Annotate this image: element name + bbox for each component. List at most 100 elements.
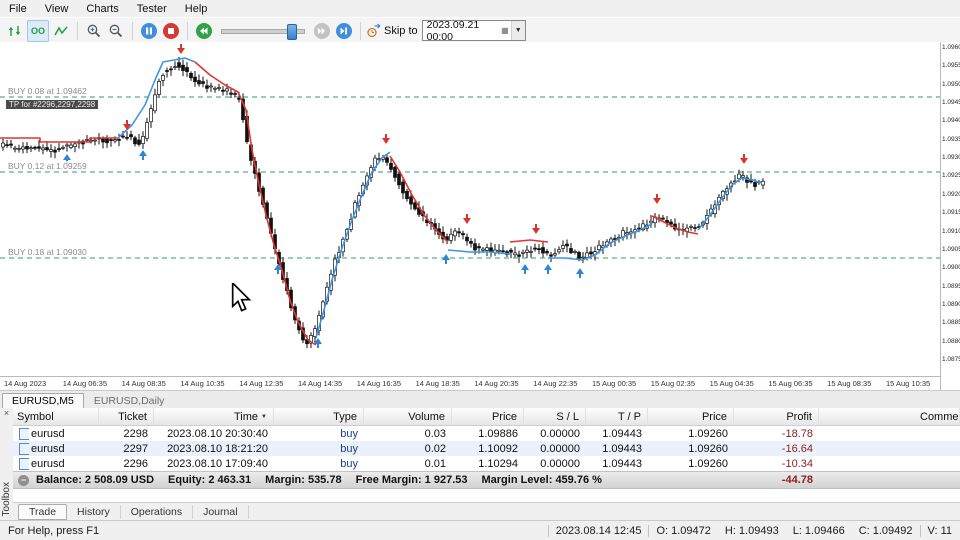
cell-tp: 1.09443: [602, 442, 642, 455]
trade-row[interactable]: eurusd 2298 2023.08.10 20:30:40 buy 0.03 1.09…: [13, 426, 960, 441]
toolbox-tab-bar: Trade History Operations Journal: [13, 502, 960, 521]
bars-toggle-icon: OO: [30, 25, 45, 36]
time-axis-label: 15 Aug 02:35: [650, 379, 696, 388]
panel-tab-history[interactable]: History: [67, 505, 121, 519]
order-doc-icon: [19, 457, 29, 470]
balance-row[interactable]: − Balance: 2 508.09 USD Equity: 2 463.31 Ma…: [13, 471, 960, 489]
tick-arrows-button[interactable]: [4, 20, 26, 42]
buy-arrow-icon: [521, 264, 529, 274]
cell-type: buy: [340, 427, 358, 440]
cell-time: 2023.08.10 18:21:20: [167, 442, 268, 455]
order-icon-cell: [13, 427, 29, 440]
zoom-in-button[interactable]: [83, 20, 105, 42]
price-axis[interactable]: 1.09600 1.09550 1.09500 1.09450 1.09400 1.093…: [940, 42, 960, 390]
menu-help[interactable]: Help: [176, 2, 217, 16]
slider-handle[interactable]: [287, 23, 297, 40]
status-field: L: 1.09466: [792, 525, 845, 537]
toolbar-separator: [360, 21, 361, 40]
order-icon-cell: [13, 457, 29, 470]
stop-button[interactable]: [160, 20, 182, 42]
trade-row[interactable]: eurusd 2296 2023.08.10 17:09:40 buy 0.01 1.10…: [13, 456, 960, 471]
order-doc-icon: [19, 427, 29, 440]
cell-sl: 0.00000: [540, 442, 580, 455]
toolbox-close-button[interactable]: ×: [0, 408, 13, 419]
price-axis-label: 1.08900: [942, 300, 960, 308]
bars-toggle-button[interactable]: OO: [27, 19, 49, 42]
cell-current-price: 1.09260: [688, 457, 728, 470]
panel-tab-trade[interactable]: Trade: [18, 504, 68, 520]
column-header-time[interactable]: Time ▼: [154, 408, 274, 425]
price-axis-label: 1.09350: [942, 135, 960, 143]
column-header-tp[interactable]: T / P: [586, 408, 648, 425]
stop-icon: [163, 22, 179, 39]
time-axis-label: 14 Aug 08:35: [121, 379, 166, 388]
time-axis-label: 14 Aug 10:35: [180, 379, 225, 388]
chart-tab-eurusd-daily[interactable]: EURUSD,Daily: [85, 394, 174, 409]
menu-charts[interactable]: Charts: [77, 2, 127, 16]
buy-arrow-icon: [139, 150, 147, 160]
cell-profit: -10.34: [781, 457, 813, 470]
column-header-profit[interactable]: Profit: [734, 408, 819, 425]
column-header-comment[interactable]: Comme: [916, 408, 960, 425]
time-axis-label: 14 Aug 2023: [4, 379, 47, 388]
time-axis-label: 14 Aug 20:35: [474, 379, 519, 388]
column-header-spacer[interactable]: [819, 408, 916, 425]
trade-row[interactable]: eurusd 2297 2023.08.10 18:21:20 buy 0.02 1.10…: [13, 441, 960, 456]
price-axis-label: 1.09000: [942, 264, 960, 272]
trade-panel: Symbol Ticket Time ▼ Type Volume Price S / LT /…: [13, 408, 960, 502]
panel-tab-operations[interactable]: Operations: [121, 505, 194, 519]
sell-arrow-icon: [532, 224, 540, 234]
price-axis-label: 1.09200: [942, 190, 960, 198]
restart-button[interactable]: [193, 20, 215, 42]
skip-to-end-button[interactable]: [333, 20, 355, 42]
cell-ticket: 2297: [123, 442, 148, 455]
cell-time: 2023.08.10 17:09:40: [167, 457, 268, 470]
menu-tester[interactable]: Tester: [128, 2, 176, 16]
dropdown-arrow-icon[interactable]: ▼: [510, 21, 525, 40]
cell-profit: -18.78: [781, 427, 813, 440]
trade-table-header[interactable]: Symbol Ticket Time ▼ Type Volume Price S / LT /…: [13, 408, 960, 426]
skip-date-combobox[interactable]: 2023.09.21 00:00 ▦ ▼: [421, 19, 526, 43]
toolbar: OO Skip to 2023.09.21 00:00 ▦ ▼: [0, 17, 960, 44]
column-header-price[interactable]: Price: [452, 408, 524, 425]
column-header-ticket[interactable]: Ticket: [99, 408, 154, 425]
panel-tab-journal[interactable]: Journal: [193, 505, 249, 519]
price-axis-label: 1.09100: [942, 227, 960, 235]
balance-segment: Margin: 535.78: [265, 474, 342, 486]
time-axis-label: 15 Aug 00:35: [592, 379, 637, 388]
order-icon-cell: [13, 442, 29, 455]
column-header-symbol[interactable]: Symbol: [13, 408, 99, 425]
menu-bar: File View Charts Tester Help: [0, 0, 960, 17]
column-header-sl[interactable]: S / L: [524, 408, 586, 425]
menu-file[interactable]: File: [0, 2, 36, 16]
pause-button[interactable]: [138, 20, 160, 42]
status-help-text: For Help, press F1: [8, 525, 100, 537]
sell-arrow-icon: [123, 120, 131, 130]
time-axis-label: 15 Aug 06:35: [768, 379, 813, 388]
zoom-out-button[interactable]: [105, 20, 127, 42]
price-axis-label: 1.09400: [942, 117, 960, 125]
column-header-close-price[interactable]: Price: [648, 408, 734, 425]
price-axis-label: 1.09150: [942, 209, 960, 217]
menu-view[interactable]: View: [36, 2, 78, 16]
status-field: O: 1.09472: [648, 525, 717, 537]
line-chart-button[interactable]: [50, 20, 72, 42]
price-chart[interactable]: BUY 0.08 at 1.09462 BUY 0.12 at 1.09259 BU…: [0, 42, 940, 376]
speed-slider[interactable]: [221, 20, 305, 42]
time-axis-label: 14 Aug 14:35: [298, 379, 343, 388]
chart-tab-eurusd-m5[interactable]: EURUSD,M5: [2, 393, 84, 409]
price-axis-label: 1.09600: [942, 44, 960, 51]
status-bar: For Help, press F1 2023.08.14 12:45 O: 1.…: [0, 520, 960, 540]
cell-symbol: eurusd: [31, 457, 65, 470]
column-header-volume[interactable]: Volume: [364, 408, 452, 425]
price-axis-label: 1.09300: [942, 154, 960, 162]
time-axis-label: 15 Aug 08:35: [827, 379, 872, 388]
cell-volume: 0.03: [424, 427, 446, 440]
sell-arrow-icon: [653, 194, 661, 204]
price-axis-label: 1.09500: [942, 80, 960, 88]
column-header-type[interactable]: Type: [274, 408, 364, 425]
cell-price: 1.10092: [478, 442, 518, 455]
time-axis[interactable]: 14 Aug 2023 14 Aug 06:35 14 Aug 08:35 14 Au…: [0, 376, 940, 391]
cell-current-price: 1.09260: [688, 442, 728, 455]
trend-line: [0, 57, 763, 346]
